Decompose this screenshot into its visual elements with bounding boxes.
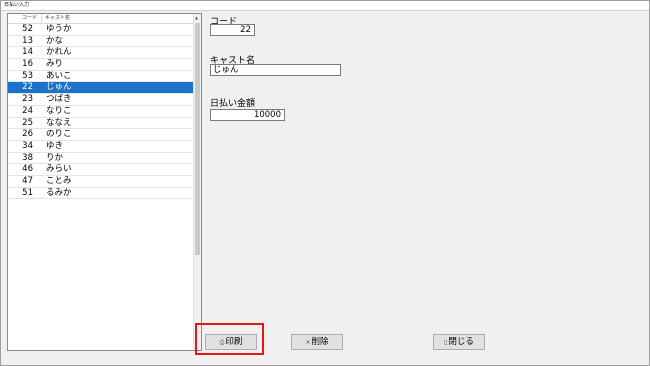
amount-label: 日払い金額 xyxy=(210,99,256,109)
list-item-code: 23 xyxy=(22,94,33,105)
list-item[interactable]: 51 るみか xyxy=(8,188,195,200)
list-item-name: かな xyxy=(46,35,64,46)
list-item[interactable]: 38 りか xyxy=(8,153,195,165)
column-header-code[interactable]: コード xyxy=(22,14,37,23)
list-item-code: 25 xyxy=(22,117,33,128)
list-item-code: 24 xyxy=(22,105,33,116)
list-item[interactable]: 22 じゅん xyxy=(8,82,195,95)
list-item[interactable]: 23 つばき xyxy=(8,94,195,106)
list-item-name: ななえ xyxy=(46,117,72,128)
list-item-name: みらい xyxy=(46,164,72,175)
list-item[interactable]: 26 のりこ xyxy=(8,129,195,141)
cast-name-field[interactable]: じゅん xyxy=(210,64,341,76)
list-item-code: 13 xyxy=(22,35,33,46)
list-item-name: かれん xyxy=(46,47,72,58)
vertical-scrollbar[interactable]: ▲ xyxy=(193,14,201,350)
list-item-name: のりこ xyxy=(46,129,72,140)
list-item[interactable]: 24 なりこ xyxy=(8,106,195,118)
scroll-up-arrow-icon[interactable]: ▲ xyxy=(195,15,198,20)
list-item-name: なりこ xyxy=(46,105,72,116)
list-item-code: 51 xyxy=(22,187,33,198)
column-header-name[interactable]: キャスト名 xyxy=(45,14,70,23)
list-item[interactable]: 52 ゆうか xyxy=(8,24,195,36)
list-item-code: 53 xyxy=(22,70,33,81)
list-rows: 52 ゆうか 13 かな 14 かれん 16 みり 53 あいこ 22 じゅん 23 つばき 24 なりこ 25… xyxy=(8,24,195,200)
title-bar: 日払い入力 xyxy=(1,1,649,11)
list-item[interactable]: 13 かな xyxy=(8,36,195,48)
list-item-code: 14 xyxy=(22,47,33,58)
amount-field[interactable]: 10000 xyxy=(210,109,285,121)
code-field[interactable]: 22 xyxy=(210,24,255,36)
delete-button[interactable]: ✕削除 xyxy=(291,334,343,350)
list-item-code: 26 xyxy=(22,129,33,140)
close-button[interactable]: ▯閉じる xyxy=(433,334,485,350)
column-divider[interactable] xyxy=(41,14,42,23)
list-item-code: 22 xyxy=(22,82,33,93)
list-item-name: りか xyxy=(46,152,64,163)
list-item[interactable]: 14 かれん xyxy=(8,47,195,60)
list-item-code: 16 xyxy=(22,59,33,70)
list-item-name: じゅん xyxy=(46,82,72,93)
scrollbar-thumb[interactable] xyxy=(195,23,200,255)
print-button-highlight xyxy=(195,323,264,355)
list-item[interactable]: 34 ゆき xyxy=(8,141,195,153)
delete-button-label: 削除 xyxy=(311,337,329,347)
delete-icon: ✕ xyxy=(305,339,311,346)
door-icon: ▯ xyxy=(444,339,448,346)
list-item-name: るみか xyxy=(46,187,72,198)
list-item-code: 38 xyxy=(22,152,33,163)
list-item[interactable]: 47 ことみ xyxy=(8,176,195,188)
window-title: 日払い入力 xyxy=(4,2,30,8)
list-item-code: 47 xyxy=(22,175,33,186)
list-item-name: ゆき xyxy=(46,140,64,151)
list-item-code: 46 xyxy=(22,164,33,175)
list-item-name: つばき xyxy=(46,94,72,105)
list-item-name: みり xyxy=(46,59,64,70)
close-button-label: 閉じる xyxy=(448,337,474,347)
list-item[interactable]: 46 みらい xyxy=(8,164,195,176)
app-window: 日払い入力 コード キャスト名 52 ゆうか 13 かな 14 かれん 16 みり 53 あいこ 2… xyxy=(0,0,650,366)
cast-list[interactable]: コード キャスト名 52 ゆうか 13 かな 14 かれん 16 みり 53 あいこ 22 じゅん 23… xyxy=(7,13,202,351)
list-item[interactable]: 53 あいこ xyxy=(8,71,195,83)
list-header: コード キャスト名 xyxy=(8,14,195,24)
list-item-code: 52 xyxy=(22,24,33,34)
list-item-name: ことみ xyxy=(46,175,72,186)
list-item-name: あいこ xyxy=(46,70,72,81)
list-item[interactable]: 16 みり xyxy=(8,59,195,71)
list-item[interactable]: 25 ななえ xyxy=(8,118,195,130)
list-item-code: 34 xyxy=(22,140,33,151)
list-item-name: ゆうか xyxy=(46,24,72,34)
